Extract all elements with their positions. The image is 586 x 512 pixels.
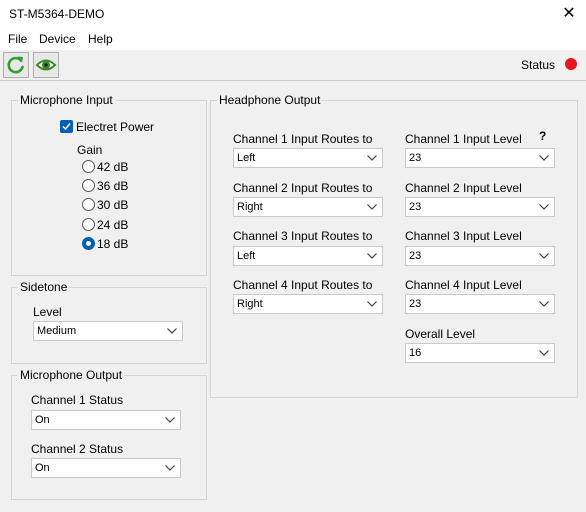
help-icon[interactable]: ? [539, 129, 546, 143]
channel-2-level-dropdown[interactable]: 23 [405, 197, 555, 217]
check-icon [62, 123, 71, 131]
chevron-down-icon [367, 301, 377, 307]
menu-file[interactable]: File [8, 32, 27, 46]
chevron-down-icon [539, 253, 549, 259]
chevron-down-icon [539, 301, 549, 307]
gain-radio-18db[interactable] [82, 237, 95, 250]
chevron-down-icon [165, 417, 175, 423]
gain-label: Gain [77, 143, 103, 157]
channel-4-route-dropdown[interactable]: Right [233, 294, 383, 314]
status-label: Status [521, 58, 556, 72]
gain-option-label: 24 dB [97, 218, 129, 232]
channel-2-status-value: On [35, 462, 50, 474]
channel-2-route-label: Channel 2 Input Routes to [233, 181, 373, 195]
chevron-down-icon [539, 204, 549, 210]
gain-option-label: 30 dB [97, 198, 129, 212]
channel-2-level-label: Channel 2 Input Level [405, 181, 522, 195]
channel-1-status-value: On [35, 414, 50, 426]
channel-2-level-value: 23 [409, 201, 422, 213]
chevron-down-icon [167, 328, 177, 334]
channel-2-route-value: Right [237, 201, 263, 213]
channel-3-level-label: Channel 3 Input Level [405, 229, 522, 243]
overall-level-label: Overall Level [405, 327, 476, 341]
channel-4-route-label: Channel 4 Input Routes to [233, 278, 373, 292]
channel-3-route-label: Channel 3 Input Routes to [233, 229, 373, 243]
menu-bar: File Device Help [0, 30, 586, 50]
refresh-icon [7, 56, 24, 74]
channel-2-status-label: Channel 2 Status [31, 442, 124, 456]
chevron-down-icon [165, 465, 175, 471]
sidetone-level-value: Medium [37, 325, 77, 337]
status-indicator [565, 58, 577, 70]
menu-device[interactable]: Device [39, 32, 76, 46]
gain-radio-24db[interactable] [82, 218, 95, 231]
gain-radio-30db[interactable] [82, 198, 95, 211]
channel-3-level-dropdown[interactable]: 23 [405, 246, 555, 266]
sidetone-level-dropdown[interactable]: Medium [33, 321, 183, 341]
chevron-down-icon [367, 204, 377, 210]
gain-option-label: 42 dB [97, 160, 129, 174]
channel-1-route-value: Left [237, 152, 256, 164]
channel-4-level-dropdown[interactable]: 23 [405, 294, 555, 314]
channel-3-route-dropdown[interactable]: Left [233, 246, 383, 266]
microphone-output-title: Microphone Output [18, 368, 125, 382]
channel-1-route-label: Channel 1 Input Routes to [233, 132, 373, 146]
chevron-down-icon [367, 155, 377, 161]
headphone-output-title: Headphone Output [217, 93, 323, 107]
channel-2-route-dropdown[interactable]: Right [233, 197, 383, 217]
channel-3-route-value: Left [237, 250, 256, 262]
channel-1-status-label: Channel 1 Status [31, 393, 124, 407]
sidetone-title: Sidetone [18, 280, 70, 294]
channel-1-status-dropdown[interactable]: On [31, 410, 181, 430]
title-bar: ST-M5364-DEMO ✕ [0, 0, 586, 30]
channel-3-level-value: 23 [409, 250, 422, 262]
gain-radio-42db[interactable] [82, 160, 95, 173]
menu-help[interactable]: Help [88, 32, 113, 46]
sidetone-level-label: Level [33, 305, 62, 319]
channel-1-level-label: Channel 1 Input Level [405, 132, 522, 146]
overall-level-value: 16 [409, 347, 422, 359]
gain-option-label: 36 dB [97, 179, 129, 193]
overall-level-dropdown[interactable]: 16 [405, 343, 555, 363]
chevron-down-icon [539, 155, 549, 161]
close-icon[interactable]: ✕ [556, 3, 582, 25]
channel-1-level-dropdown[interactable]: 23 [405, 148, 555, 168]
refresh-button[interactable] [3, 52, 29, 78]
monitor-button[interactable] [33, 52, 59, 78]
chevron-down-icon [367, 253, 377, 259]
channel-1-route-dropdown[interactable]: Left [233, 148, 383, 168]
chevron-down-icon [539, 350, 549, 356]
channel-4-route-value: Right [237, 298, 263, 310]
gain-option-label: 18 dB [97, 237, 129, 251]
channel-4-level-label: Channel 4 Input Level [405, 278, 522, 292]
electret-power-label: Electret Power [76, 120, 155, 134]
channel-4-level-value: 23 [409, 298, 422, 310]
window-title: ST-M5364-DEMO [9, 7, 105, 21]
eye-icon [35, 59, 57, 71]
electret-power-checkbox[interactable] [60, 120, 73, 133]
gain-radio-36db[interactable] [82, 179, 95, 192]
channel-2-status-dropdown[interactable]: On [31, 458, 181, 478]
toolbar: Status [0, 50, 586, 81]
microphone-input-title: Microphone Input [18, 93, 115, 107]
channel-1-level-value: 23 [409, 152, 422, 164]
